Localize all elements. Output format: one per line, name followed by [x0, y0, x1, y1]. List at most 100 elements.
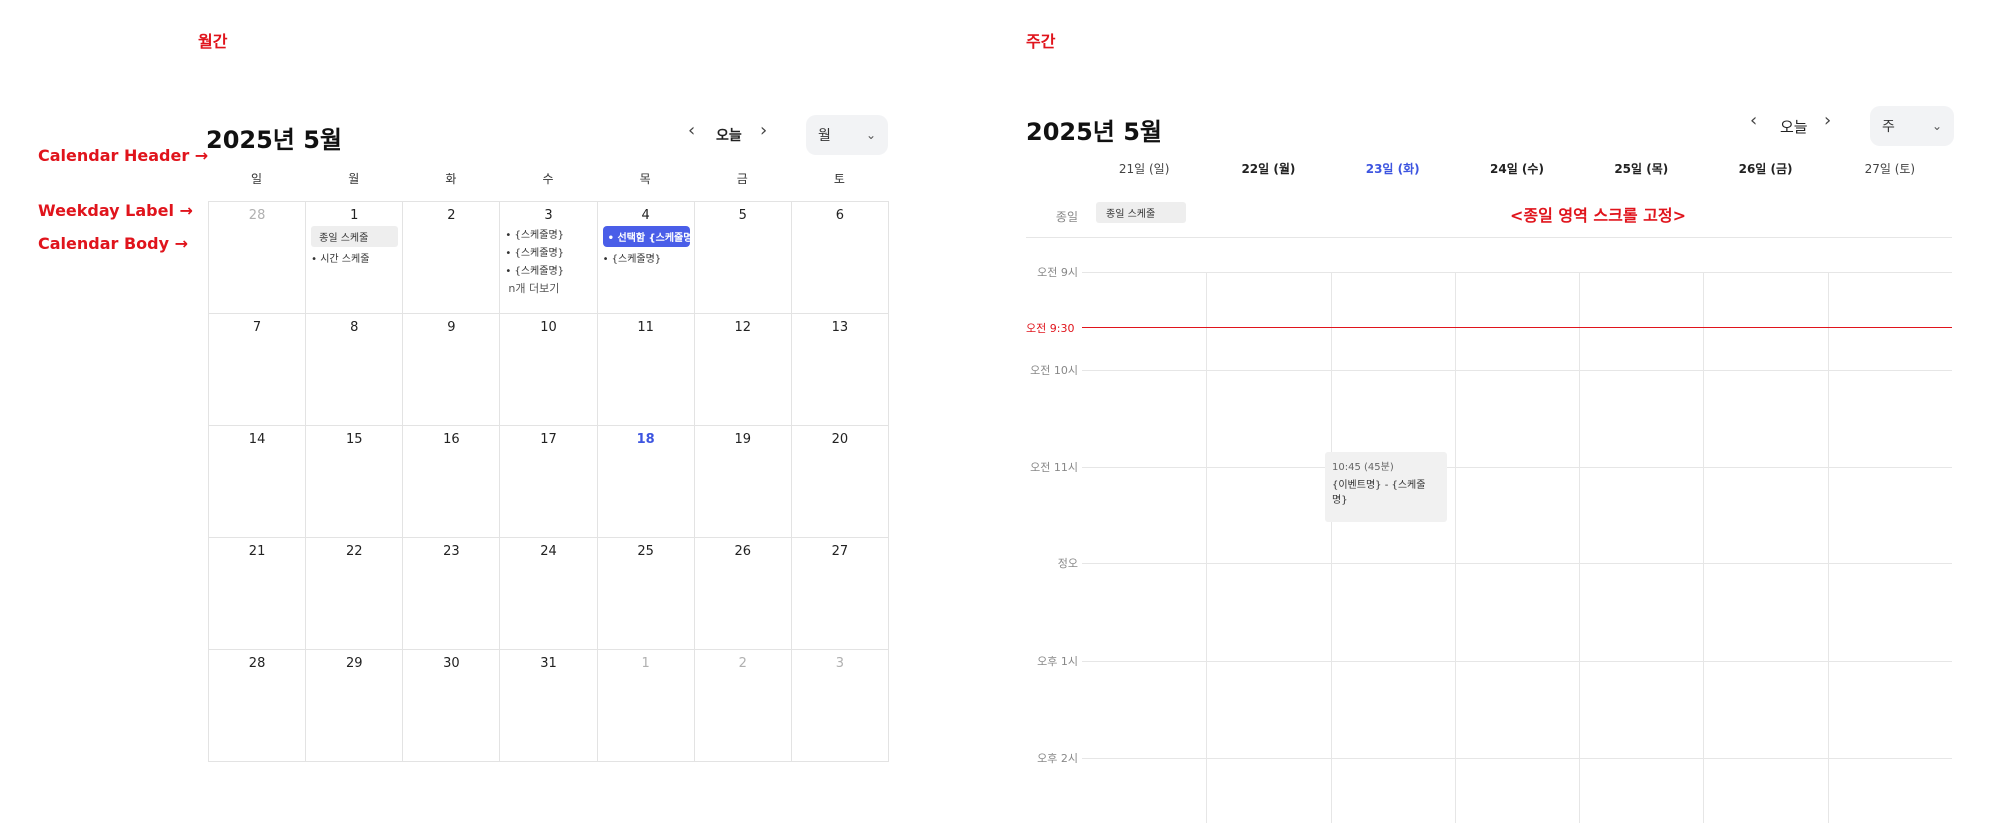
day-cell[interactable]: 20 [791, 426, 889, 538]
calendar-body: 28 1 종일 스케줄 • 시간 스케줄 2 3 • {스케줄명} • {스케줄명} • {스케… [208, 201, 889, 762]
time-label: 정오 [1057, 557, 1078, 570]
day-cell[interactable]: 30 [403, 650, 501, 762]
allday-event[interactable]: 종일 스케줄 [311, 226, 399, 247]
hour-gridline [1082, 758, 1952, 759]
event-dot-icon: • [607, 233, 618, 244]
day-number: 27 [831, 544, 849, 559]
day-cell[interactable]: 15 [306, 426, 404, 538]
day-number: 25 [637, 544, 654, 559]
weekly-event[interactable]: 10:45 (45분) {이벤트명} - {스케줄명} [1325, 452, 1447, 522]
day-cell[interactable]: 9 [403, 314, 501, 426]
day-number: 30 [443, 656, 460, 671]
day-cell[interactable]: 12 [694, 314, 792, 426]
day-number: 22 [345, 544, 363, 559]
weekly-day-header[interactable]: 25일 (목) [1579, 160, 1703, 180]
weekly-day-header[interactable]: 26일 (금) [1703, 160, 1827, 180]
day-cell[interactable]: 25 [597, 538, 695, 650]
day-cell[interactable]: 2 [694, 650, 792, 762]
day-number: 29 [345, 656, 363, 671]
weekly-next-button[interactable]: › [1824, 110, 1831, 131]
weekly-day-header[interactable]: 27일 (토) [1828, 160, 1952, 180]
weekly-day-header[interactable]: 23일 (화) [1331, 160, 1455, 180]
day-cell[interactable]: 3 • {스케줄명} • {스케줄명} • {스케줄명} n개 더보기 [500, 202, 598, 314]
day-number: 2 [738, 656, 747, 671]
weekday-label: 화 [445, 172, 457, 186]
day-cell[interactable]: 8 [306, 314, 404, 426]
allday-divider [1026, 237, 1952, 238]
timed-event[interactable]: • 시간 스케줄 [311, 250, 398, 265]
weekly-day-headers: 21일 (일) 22일 (월) 23일 (화) 24일 (수) 25일 (목) 26일 (… [1082, 160, 1952, 180]
weekday-label: 토 [833, 172, 845, 186]
day-cell[interactable]: 29 [306, 650, 404, 762]
time-label: 오후 2시 [1037, 752, 1078, 765]
event-label: 종일 스케줄 [319, 233, 369, 244]
day-cell[interactable]: 24 [500, 538, 598, 650]
day-number: 28 [248, 656, 266, 671]
day-cell[interactable]: 26 [694, 538, 792, 650]
day-number: 4 [641, 208, 650, 223]
timed-event[interactable]: • {스케줄명} [505, 226, 592, 241]
day-cell[interactable]: 14 [209, 426, 307, 538]
event-dot-icon: • [602, 254, 612, 265]
weekday-label: 일 [251, 172, 263, 186]
day-cell[interactable]: 31 [500, 650, 598, 762]
day-column-divider [1703, 272, 1705, 823]
view-select-value: 주 [1882, 119, 1895, 135]
day-cell[interactable]: 28 [209, 650, 307, 762]
weekly-today-button[interactable]: 오늘 [1780, 116, 1808, 137]
timed-event[interactable]: • {스케줄명} [603, 250, 690, 265]
day-column-divider [1827, 272, 1829, 823]
day-cell[interactable]: 1 종일 스케줄 • 시간 스케줄 [306, 202, 404, 314]
hour-gridline [1082, 467, 1952, 468]
day-cell[interactable]: 13 [791, 314, 889, 426]
day-cell[interactable]: 27 [791, 538, 889, 650]
day-column-divider [1206, 272, 1208, 823]
day-cell[interactable]: 28 [209, 202, 307, 314]
day-number: 24 [540, 544, 557, 559]
monthly-title: 2025년 5월 [206, 126, 343, 154]
event-dot-icon: • [505, 266, 515, 277]
day-cell[interactable]: 4 • 선택함 {스케줄명} • {스케줄명} [597, 202, 695, 314]
event-label: {스케줄명} [514, 248, 565, 259]
weekly-day-header[interactable]: 24일 (수) [1455, 160, 1579, 180]
time-label: 오전 11시 [1030, 461, 1078, 474]
monthly-next-button[interactable]: › [760, 120, 767, 141]
monthly-prev-button[interactable]: ‹ [688, 120, 695, 141]
event-label: n개 더보기 [508, 282, 560, 295]
day-number: 12 [734, 320, 752, 335]
day-cell[interactable]: 19 [694, 426, 792, 538]
weekly-day-header[interactable]: 21일 (일) [1082, 160, 1206, 180]
day-cell[interactable]: 21 [209, 538, 307, 650]
timed-event[interactable]: • {스케줄명} [505, 262, 592, 277]
day-cell[interactable]: 6 [791, 202, 889, 314]
hour-gridline [1082, 563, 1952, 564]
day-cell[interactable]: 22 [306, 538, 404, 650]
day-cell[interactable]: 7 [209, 314, 307, 426]
allday-chip[interactable]: 종일 스케줄 [1096, 202, 1186, 223]
chevron-down-icon: ⌄ [865, 128, 876, 142]
day-cell[interactable]: 1 [597, 650, 695, 762]
weekday-label: 목 [639, 172, 651, 186]
day-cell[interactable]: 10 [500, 314, 598, 426]
now-time-label: 오전 9:30 [1026, 322, 1075, 335]
day-cell[interactable]: 18 [597, 426, 695, 538]
monthly-view-select[interactable]: 월 ⌄ [806, 115, 888, 155]
more-events-link[interactable]: n개 더보기 [508, 280, 592, 296]
day-cell[interactable]: 16 [403, 426, 501, 538]
weekly-day-header[interactable]: 22일 (월) [1206, 160, 1330, 180]
weekday-label: 금 [736, 172, 748, 186]
day-cell[interactable]: 5 [694, 202, 792, 314]
day-cell[interactable]: 17 [500, 426, 598, 538]
weekly-prev-button[interactable]: ‹ [1750, 110, 1757, 131]
day-number: 20 [831, 432, 849, 447]
day-cell[interactable]: 2 [403, 202, 501, 314]
day-number: 18 [636, 432, 655, 447]
monthly-today-button[interactable]: 오늘 [716, 125, 742, 145]
weekly-view-select[interactable]: 주 ⌄ [1870, 106, 1954, 146]
selected-event[interactable]: • 선택함 {스케줄명} [602, 226, 694, 247]
day-cell[interactable]: 23 [403, 538, 501, 650]
timed-event[interactable]: • {스케줄명} [505, 244, 592, 259]
day-cell[interactable]: 3 [791, 650, 889, 762]
chevron-left-icon: ‹ [1750, 110, 1758, 131]
day-cell[interactable]: 11 [597, 314, 695, 426]
